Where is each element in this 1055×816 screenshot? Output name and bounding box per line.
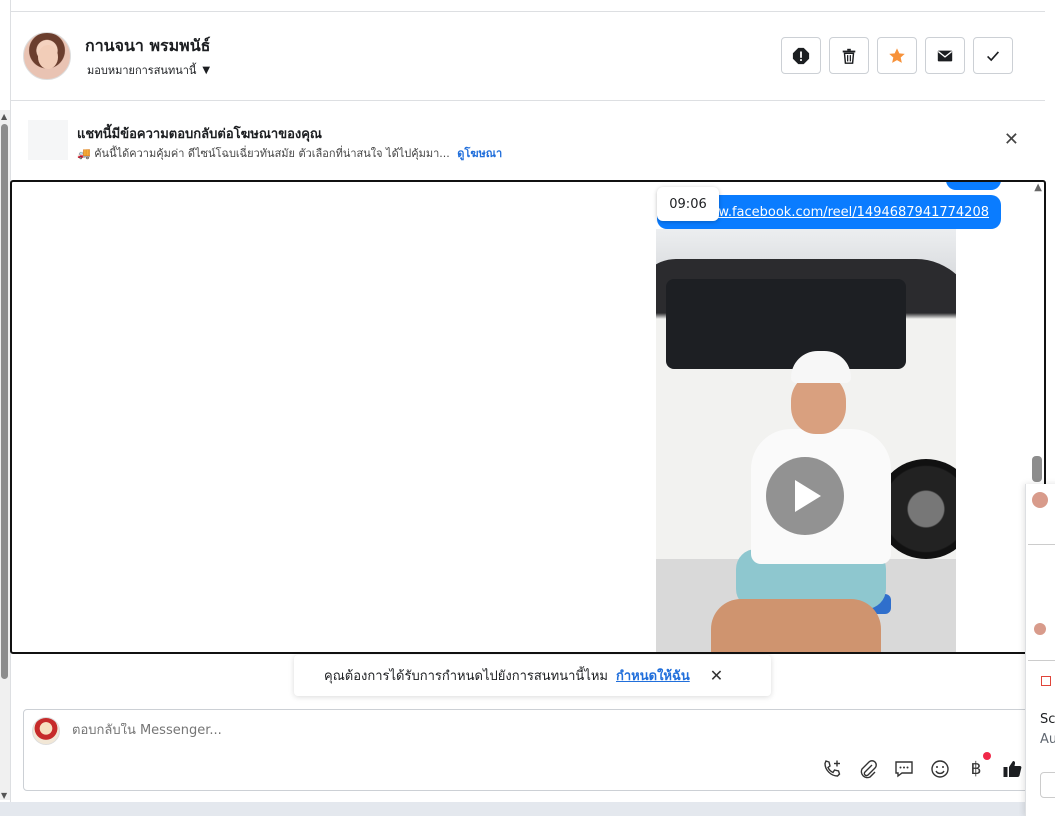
star-button[interactable] <box>877 37 917 74</box>
trash-icon <box>842 48 856 64</box>
inbox-page: ▲ ▼ กานจนา พรมพนัธ์ มอบหมายการสนทนานี้ ▼ <box>0 0 1055 816</box>
saved-replies-button[interactable] <box>893 758 915 780</box>
baht-icon: ฿ <box>970 759 982 779</box>
assign-to-me-link[interactable]: กำหนดให้ฉัน <box>616 665 690 686</box>
side-panel-title: Sc <box>1040 712 1055 727</box>
phone-add-icon <box>824 760 841 777</box>
emoji-button[interactable] <box>929 758 951 780</box>
message-thread[interactable]: www.facebook.com/reel/1494687941774208 0… <box>10 180 1046 654</box>
divider <box>1028 660 1055 661</box>
mini-avatar <box>1032 492 1048 508</box>
reply-composer: ฿ <box>23 709 1038 791</box>
smiley-icon <box>931 760 949 778</box>
spam-alert-icon <box>792 47 810 64</box>
ad-reply-banner: แชทนี้มีข้อความตอบกลับต่อโฆษณาของคุณ 🚚 ค… <box>11 101 1045 179</box>
ad-thumbnail[interactable] <box>28 120 68 160</box>
video-attachment[interactable] <box>656 229 956 652</box>
previous-message-bubble[interactable] <box>946 182 1001 190</box>
side-panel: Sc Au <box>1025 484 1055 816</box>
star-icon <box>889 47 905 63</box>
mail-icon <box>937 50 953 61</box>
chat-bubble-icon <box>895 761 913 778</box>
reply-input[interactable] <box>72 723 772 738</box>
left-scrollbar[interactable]: ▲ ▼ <box>0 110 10 800</box>
right-scrollbar-thumb[interactable] <box>1032 456 1042 482</box>
side-panel-button[interactable] <box>1040 772 1055 798</box>
ad-banner-title: แชทนี้มีข้อความตอบกลับต่อโฆษณาของคุณ <box>77 127 322 142</box>
check-icon <box>987 50 1000 61</box>
truck-emoji-icon: 🚚 <box>77 147 91 160</box>
notification-dot <box>983 752 991 760</box>
view-ad-link[interactable]: ดูโฆษณา <box>457 147 502 160</box>
side-panel-subtitle: Au <box>1040 732 1055 747</box>
assign-prompt-text: คุณต้องการได้รับการกำหนดไปยังการสนทนานี้… <box>324 669 608 684</box>
thumbs-up-icon <box>1003 761 1022 777</box>
payment-button[interactable]: ฿ <box>965 752 991 780</box>
scroll-up-arrow-icon[interactable]: ▲ <box>1 112 7 121</box>
close-icon[interactable]: ✕ <box>1004 131 1019 149</box>
mark-done-button[interactable] <box>973 37 1013 74</box>
scrollbar-thumb[interactable] <box>1 124 8 679</box>
scroll-down-arrow-icon[interactable]: ▼ <box>1 791 7 800</box>
divider <box>1028 544 1055 545</box>
conversation-header: กานจนา พรมพนัธ์ มอบหมายการสนทนานี้ ▼ <box>11 12 1045 101</box>
top-divider <box>10 0 1045 12</box>
assign-label: มอบหมายการสนทนานี้ <box>87 64 197 77</box>
assign-prompt: คุณต้องการได้รับการกำหนดไปยังการสนทนานี้… <box>294 655 771 696</box>
page-avatar <box>32 717 60 745</box>
close-icon[interactable]: ✕ <box>710 666 723 685</box>
contact-avatar[interactable] <box>23 32 71 80</box>
call-button[interactable] <box>821 758 843 780</box>
mini-avatar <box>1034 623 1046 635</box>
play-icon[interactable] <box>766 457 844 535</box>
assign-conversation-dropdown[interactable]: มอบหมายการสนทนานี้ ▼ <box>87 61 210 79</box>
timestamp-tooltip: 09:06 <box>657 187 719 221</box>
mark-unread-button[interactable] <box>925 37 965 74</box>
composer-actions: ฿ <box>821 752 1023 780</box>
app-icon <box>1041 676 1051 686</box>
mark-spam-button[interactable] <box>781 37 821 74</box>
conversation-toolbar <box>781 37 1013 74</box>
attach-button[interactable] <box>857 758 879 780</box>
scroll-up-arrow-icon[interactable]: ▲ <box>1034 182 1042 193</box>
ad-banner-text: คันนี้ได้ความคุ้มค่า ดีไซน์โฉบเฉี่ยวทันส… <box>94 147 450 160</box>
bottom-strip <box>0 802 1055 816</box>
ad-banner-text-row: 🚚 คันนี้ได้ความคุ้มค่า ดีไซน์โฉบเฉี่ยวทั… <box>77 144 502 162</box>
delete-button[interactable] <box>829 37 869 74</box>
caret-down-icon: ▼ <box>202 64 211 76</box>
contact-name[interactable]: กานจนา พรมพนัธ์ <box>85 34 210 59</box>
reel-link[interactable]: www.facebook.com/reel/1494687941774208 <box>697 205 989 220</box>
like-button[interactable] <box>1001 758 1023 780</box>
paperclip-icon <box>860 760 877 779</box>
